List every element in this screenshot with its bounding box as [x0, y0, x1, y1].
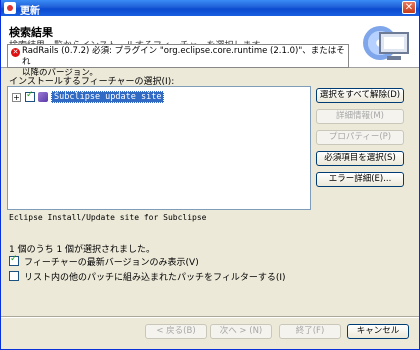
selection-count: 1 個のうち 1 個が選択されました。: [9, 245, 156, 255]
back-button[interactable]: < 戻る(B): [145, 324, 207, 339]
window-title: 更新: [20, 6, 40, 17]
wizard-header: 検索結果 検索結果一覧からインストールするフィーチャーを選択します。 ✕ Rad…: [1, 16, 419, 78]
feature-icon: [38, 92, 48, 102]
cancel-button[interactable]: キャンセル: [347, 324, 409, 339]
title-bar[interactable]: 更新 ✕: [1, 0, 419, 17]
footer-divider: [1, 316, 419, 318]
error-icon: ✕: [11, 48, 20, 57]
update-dialog: 更新 ✕ 検索結果 検索結果一覧からインストールするフィーチャーを選択します。 …: [0, 0, 420, 350]
wizard-footer: < 戻る(B) 次へ > (N) 終了(F) キャンセル: [1, 322, 419, 342]
error-message: ✕ RadRails (0.7.2) 必須: プラグイン "org.eclips…: [7, 44, 349, 78]
latest-version-option[interactable]: フィーチャーの最新バージョンのみ表示(V): [9, 254, 199, 268]
monitor-icon: [379, 32, 409, 54]
error-details-button[interactable]: エラー詳細(E)...: [316, 172, 404, 187]
action-buttons: 選択をすべて解除(D) 詳細情報(M) プロパティー(P) 必須項目を選択(S)…: [316, 88, 406, 193]
filter-patches-label[interactable]: リスト内の他のパッチに組み込まれたパッチをフィルターする(I): [24, 270, 286, 283]
deselect-all-button[interactable]: 選択をすべて解除(D): [316, 88, 404, 103]
properties-button[interactable]: プロパティー(P): [316, 130, 404, 145]
finish-button[interactable]: 終了(F): [279, 324, 341, 339]
close-button[interactable]: ✕: [402, 1, 416, 14]
next-button[interactable]: 次へ > (N): [210, 324, 272, 339]
expand-icon[interactable]: +: [12, 92, 21, 102]
more-info-button[interactable]: 詳細情報(M): [316, 109, 404, 124]
features-tree[interactable]: + Subclipse update site: [7, 86, 311, 210]
filter-patches-option[interactable]: リスト内の他のパッチに組み込まれたパッチをフィルターする(I): [9, 270, 286, 283]
latest-version-label[interactable]: フィーチャーの最新バージョンのみ表示(V): [24, 255, 199, 268]
select-required-button[interactable]: 必須項目を選択(S): [316, 151, 404, 166]
update-cd-monitor-icon: [363, 22, 411, 66]
filter-patches-checkbox[interactable]: [9, 271, 19, 281]
feature-description: Eclipse Install/Update site for Subclips…: [9, 213, 207, 222]
feature-label[interactable]: Subclipse update site: [51, 91, 165, 103]
app-icon: [4, 2, 16, 14]
latest-version-checkbox[interactable]: [9, 254, 19, 266]
error-text-line1: RadRails (0.7.2) 必須: プラグイン "org.eclipse.…: [22, 46, 345, 67]
tree-row[interactable]: + Subclipse update site: [12, 90, 165, 103]
feature-checkbox[interactable]: [25, 90, 35, 102]
